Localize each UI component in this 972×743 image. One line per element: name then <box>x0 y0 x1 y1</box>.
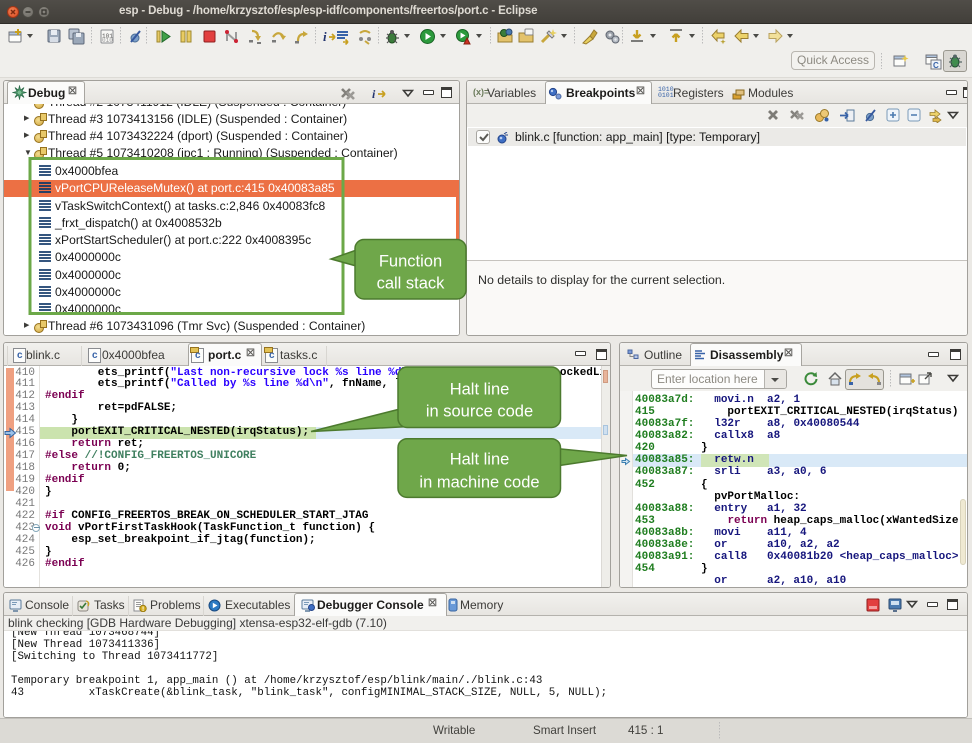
svg-text:in machine code: in machine code <box>419 474 539 492</box>
svg-text:Function: Function <box>379 253 442 271</box>
svg-text:in source code: in source code <box>426 403 533 421</box>
svg-text:call stack: call stack <box>377 275 446 293</box>
svg-text:Halt line: Halt line <box>450 451 510 469</box>
svg-text:Halt line: Halt line <box>450 381 510 399</box>
